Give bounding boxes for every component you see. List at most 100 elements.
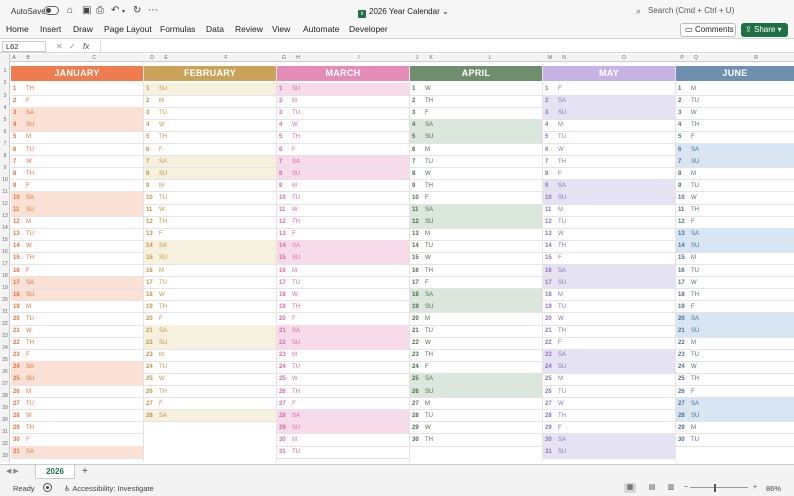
day-row[interactable]: 14 SU bbox=[676, 240, 794, 253]
day-row[interactable]: 24 W bbox=[676, 361, 794, 373]
row-header[interactable]: 22 bbox=[0, 318, 10, 330]
day-row[interactable]: 25 SA bbox=[410, 373, 542, 386]
more-icon[interactable]: ⋯ bbox=[148, 5, 158, 16]
day-row[interactable]: 9M bbox=[277, 180, 409, 192]
confirm-icon[interactable]: ✓ bbox=[69, 40, 76, 53]
day-row[interactable]: 19 TU bbox=[543, 301, 675, 313]
row-header[interactable]: 13 bbox=[0, 210, 10, 222]
row-header[interactable]: 9 bbox=[0, 162, 10, 174]
row-header[interactable]: 18 bbox=[0, 270, 10, 282]
day-row[interactable]: 22 TH bbox=[11, 337, 143, 349]
day-row[interactable]: 5 SU bbox=[410, 131, 542, 144]
day-row[interactable]: 13 F bbox=[277, 228, 409, 240]
page-break-view-icon[interactable]: ▥ bbox=[665, 483, 677, 493]
column-header[interactable]: Q bbox=[692, 54, 700, 62]
day-row[interactable]: 1 SU bbox=[277, 83, 409, 95]
row-header[interactable]: 26 bbox=[0, 366, 10, 378]
day-row[interactable]: 6M bbox=[410, 144, 542, 156]
day-row[interactable]: 16 TU bbox=[676, 265, 794, 277]
sheet-tab-2026[interactable]: 2026 bbox=[35, 465, 75, 479]
row-header[interactable]: 32 bbox=[0, 438, 10, 450]
row-header[interactable]: 4 bbox=[0, 102, 10, 114]
day-row[interactable]: 12 TU bbox=[543, 216, 675, 228]
print-icon[interactable]: ⎙ bbox=[96, 5, 104, 16]
day-row[interactable]: 1 SU bbox=[144, 83, 276, 95]
day-row[interactable]: 8F bbox=[543, 168, 675, 180]
day-row[interactable]: 19 F bbox=[676, 301, 794, 313]
day-row[interactable]: 29 M bbox=[676, 422, 794, 434]
save-icon[interactable]: ▣ bbox=[82, 5, 91, 16]
day-row[interactable]: 21 SA bbox=[277, 325, 409, 337]
day-row[interactable]: 25 M bbox=[543, 373, 675, 385]
day-row[interactable]: 12 F bbox=[676, 216, 794, 228]
day-row[interactable]: 17 W bbox=[676, 277, 794, 289]
day-row[interactable]: 26 TH bbox=[144, 386, 276, 398]
day-row[interactable]: 2 TH bbox=[410, 95, 542, 107]
day-row[interactable]: 6 SA bbox=[676, 143, 794, 156]
day-row[interactable]: 22 F bbox=[543, 337, 675, 349]
day-row[interactable]: 23 SA bbox=[543, 349, 675, 362]
row-header[interactable]: 28 bbox=[0, 390, 10, 402]
day-row[interactable]: 27 SA bbox=[676, 397, 794, 410]
day-row[interactable]: 24 SU bbox=[543, 361, 675, 374]
day-row[interactable]: 10 F bbox=[410, 192, 542, 204]
row-header[interactable]: 1 bbox=[0, 65, 10, 77]
day-row[interactable]: 21 TU bbox=[410, 325, 542, 337]
day-row[interactable]: 18 TH bbox=[676, 289, 794, 301]
row-header[interactable]: 7 bbox=[0, 138, 10, 150]
day-row[interactable]: 9F bbox=[11, 180, 143, 192]
day-row[interactable]: 11 SU bbox=[11, 204, 143, 216]
day-row[interactable]: 2M bbox=[277, 95, 409, 107]
day-row[interactable]: 7 TH bbox=[543, 156, 675, 168]
day-row[interactable]: 7 SA bbox=[144, 155, 276, 168]
row-header[interactable]: 10 bbox=[0, 174, 10, 186]
day-row[interactable]: 14 W bbox=[11, 240, 143, 252]
day-row[interactable]: 6F bbox=[277, 144, 409, 156]
column-header[interactable]: B bbox=[24, 54, 32, 62]
tab-review[interactable]: Review bbox=[235, 24, 263, 34]
day-row[interactable]: 1W bbox=[410, 83, 542, 95]
day-row[interactable]: 23 TH bbox=[410, 349, 542, 361]
day-row[interactable]: 14 SA bbox=[144, 240, 276, 253]
day-row[interactable]: 16 M bbox=[277, 265, 409, 277]
day-row[interactable]: 3 SA bbox=[11, 107, 143, 120]
day-row[interactable]: 11 M bbox=[543, 204, 675, 216]
day-row[interactable]: 23 M bbox=[277, 349, 409, 361]
day-row[interactable]: 14 TU bbox=[410, 240, 542, 252]
row-header[interactable]: 33 bbox=[0, 450, 10, 462]
day-row[interactable]: 7 SA bbox=[277, 155, 409, 168]
day-row[interactable]: 11 W bbox=[277, 204, 409, 216]
row-header[interactable]: 24 bbox=[0, 342, 10, 354]
row-header[interactable]: 12 bbox=[0, 198, 10, 210]
day-row[interactable]: 3W bbox=[676, 107, 794, 119]
day-row[interactable]: 20 SA bbox=[676, 312, 794, 325]
tab-automate[interactable]: Automate bbox=[303, 24, 339, 34]
day-row[interactable]: 15 TH bbox=[11, 252, 143, 264]
day-row[interactable]: 22 SU bbox=[144, 337, 276, 350]
tab-page-layout[interactable]: Page Layout bbox=[104, 24, 152, 34]
day-row[interactable]: 6F bbox=[144, 144, 276, 156]
day-row[interactable]: 30 TU bbox=[676, 434, 794, 446]
row-header[interactable]: 21 bbox=[0, 306, 10, 318]
day-row[interactable]: 20 F bbox=[277, 313, 409, 325]
day-row[interactable]: 8 SU bbox=[277, 167, 409, 180]
column-header[interactable]: A bbox=[10, 54, 18, 62]
day-row[interactable]: 31 SU bbox=[543, 446, 675, 458]
day-row[interactable]: 9 SA bbox=[543, 179, 675, 192]
column-header[interactable]: I bbox=[355, 54, 363, 62]
day-row[interactable]: 4W bbox=[277, 119, 409, 131]
row-header[interactable]: 16 bbox=[0, 246, 10, 258]
column-header[interactable]: F bbox=[222, 54, 230, 62]
day-row[interactable]: 12 M bbox=[11, 216, 143, 228]
day-row[interactable]: 19 M bbox=[11, 301, 143, 313]
row-header[interactable]: 19 bbox=[0, 282, 10, 294]
day-row[interactable]: 12 TH bbox=[144, 216, 276, 228]
day-row[interactable]: 8W bbox=[410, 168, 542, 180]
day-row[interactable]: 6W bbox=[543, 144, 675, 156]
day-row[interactable]: 1F bbox=[543, 83, 675, 95]
day-row[interactable]: 13 W bbox=[543, 228, 675, 240]
column-header[interactable]: N bbox=[560, 54, 568, 62]
tab-draw[interactable]: Draw bbox=[73, 24, 93, 34]
row-header[interactable]: 8 bbox=[0, 150, 10, 162]
day-row[interactable]: 13 M bbox=[410, 228, 542, 240]
